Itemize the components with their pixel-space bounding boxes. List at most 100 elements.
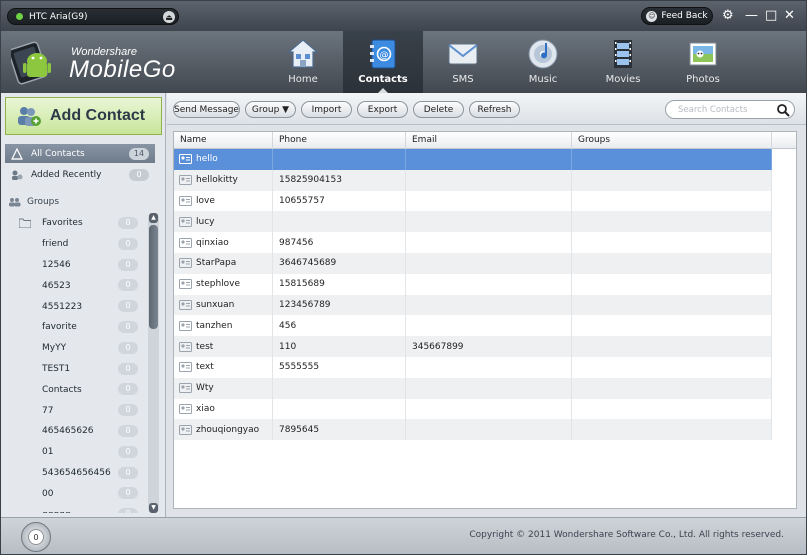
group-item[interactable]: 4551223 0	[1, 296, 146, 317]
cell-name: tanzhen	[174, 315, 273, 337]
svg-text:@: @	[380, 51, 389, 61]
table-row[interactable]: xiao	[174, 398, 772, 420]
contact-card-icon	[179, 362, 192, 373]
table-row[interactable]: qinxiao 987456	[174, 232, 772, 253]
cell-phone	[273, 398, 406, 420]
table-row[interactable]: Wty	[174, 377, 772, 399]
refresh-button[interactable]: Refresh	[469, 101, 520, 118]
group-item[interactable]: MyYY 0	[1, 338, 146, 359]
sidebar-item-added-recently[interactable]: Added Recently 0	[5, 165, 155, 184]
scrollbar-thumb[interactable]	[149, 225, 158, 329]
export-button[interactable]: Export	[357, 101, 408, 118]
cell-name: zhouqiongyao	[174, 419, 273, 441]
cell-groups	[572, 315, 772, 337]
sidebar-item-all-contacts[interactable]: All Contacts 14	[5, 144, 155, 163]
table-row[interactable]: love 10655757	[174, 190, 772, 212]
cell-email	[406, 377, 572, 399]
folder-icon	[19, 218, 31, 228]
table-row[interactable]: hello	[174, 149, 772, 170]
close-button[interactable]: ✕	[784, 8, 795, 24]
cell-name: test	[174, 336, 273, 357]
group-item[interactable]: Favorites 0	[1, 213, 146, 234]
nav-movies[interactable]: Movies	[583, 31, 663, 93]
nav-photos[interactable]: Photos	[663, 31, 743, 93]
nav-music-label: Music	[528, 74, 558, 85]
column-header-name[interactable]: Name	[174, 132, 273, 149]
delete-button[interactable]: Delete	[413, 101, 464, 118]
send-message-button[interactable]: Send Message	[173, 101, 240, 118]
group-item[interactable]: TEST1 0	[1, 359, 146, 380]
cell-email	[406, 190, 572, 212]
column-header-email[interactable]: Email	[406, 132, 572, 149]
cell-phone: 15825904153	[273, 169, 406, 191]
import-button[interactable]: Import	[301, 101, 352, 118]
group-item[interactable]: 543654656456 0	[1, 463, 146, 484]
cell-groups	[572, 294, 772, 316]
cell-name: stephlove	[174, 273, 273, 295]
group-label: friend	[42, 239, 69, 250]
group-count: 0	[118, 279, 138, 292]
add-contact-button[interactable]: Add Contact	[5, 97, 162, 135]
feedback-button[interactable]: ☺ Feed Back	[641, 7, 713, 25]
table-row[interactable]: text 5555555	[174, 356, 772, 378]
task-manager-button[interactable]: 0	[21, 522, 51, 552]
maximize-button[interactable]: □	[765, 8, 777, 24]
minimize-button[interactable]: —	[745, 8, 758, 24]
settings-gear-icon[interactable]: ⚙	[722, 8, 734, 24]
contact-card-icon	[179, 237, 192, 248]
cell-name-text: qinxiao	[196, 237, 229, 248]
cell-phone-text: 3646745689	[279, 258, 337, 269]
added-recently-icon	[12, 170, 23, 180]
eject-icon[interactable]: ⏏	[163, 11, 175, 23]
table-row[interactable]: StarPapa 3646745689	[174, 252, 772, 274]
cell-email	[406, 356, 572, 378]
contact-card-icon	[179, 320, 192, 331]
table-row[interactable]: hellokitty 15825904153	[174, 169, 772, 191]
cell-name-text: test	[196, 341, 214, 352]
group-item[interactable]: Contacts 0	[1, 379, 146, 400]
group-item[interactable]: 77 0	[1, 400, 146, 421]
group-item[interactable]: 465465626 0	[1, 421, 146, 442]
table-row[interactable]: test 110 345667899	[174, 336, 772, 357]
table-row[interactable]: tanzhen 456	[174, 315, 772, 337]
added-recently-count: 0	[129, 169, 149, 181]
group-item[interactable]: 00 0	[1, 483, 146, 504]
table-row[interactable]: stephlove 15815689	[174, 273, 772, 295]
cell-email	[406, 419, 572, 441]
nav-home[interactable]: Home	[263, 31, 343, 93]
cell-name: lucy	[174, 211, 273, 233]
group-count: 0	[118, 383, 138, 396]
group-item[interactable]: favorite 0	[1, 317, 146, 338]
table-row[interactable]: sunxuan 123456789	[174, 294, 772, 316]
column-header-phone[interactable]: Phone	[273, 132, 406, 149]
group-item[interactable]: 12546 0	[1, 255, 146, 276]
column-header-groups[interactable]: Groups	[572, 132, 772, 149]
search-input[interactable]: Search Contacts	[665, 100, 795, 119]
group-item[interactable]: 46523 0	[1, 275, 146, 296]
scroll-down-icon[interactable]: ▼	[149, 503, 158, 513]
cell-phone: 987456	[273, 232, 406, 253]
group-dropdown-button[interactable]: Group ▼	[245, 101, 296, 118]
search-icon[interactable]	[776, 103, 790, 117]
cell-groups	[572, 232, 772, 253]
device-selector[interactable]: HTC Aria(G9) ⏏	[7, 8, 179, 25]
group-item[interactable]: ggggg 0	[1, 504, 146, 513]
group-label: Favorites	[42, 218, 83, 229]
group-item[interactable]: 01 0	[1, 442, 146, 463]
groups-header[interactable]: Groups	[9, 197, 59, 207]
nav-sms[interactable]: SMS	[423, 31, 503, 93]
group-item[interactable]: friend 0	[1, 234, 146, 255]
contact-card-icon	[179, 341, 192, 352]
nav-music[interactable]: Music	[503, 31, 583, 93]
scroll-up-icon[interactable]: ▲	[149, 213, 158, 223]
table-row[interactable]: lucy	[174, 211, 772, 233]
table-row[interactable]: zhouqiongyao 7895645	[174, 419, 772, 441]
sms-icon	[445, 36, 481, 72]
cell-name: sunxuan	[174, 294, 273, 316]
nav-contacts[interactable]: @ Contacts	[343, 31, 423, 94]
cell-email	[406, 315, 572, 337]
nav-movies-label: Movies	[605, 74, 641, 85]
group-label: MyYY	[42, 343, 67, 354]
group-list-scrollbar[interactable]: ▲ ▼	[148, 213, 159, 513]
cell-name: StarPapa	[174, 252, 273, 274]
